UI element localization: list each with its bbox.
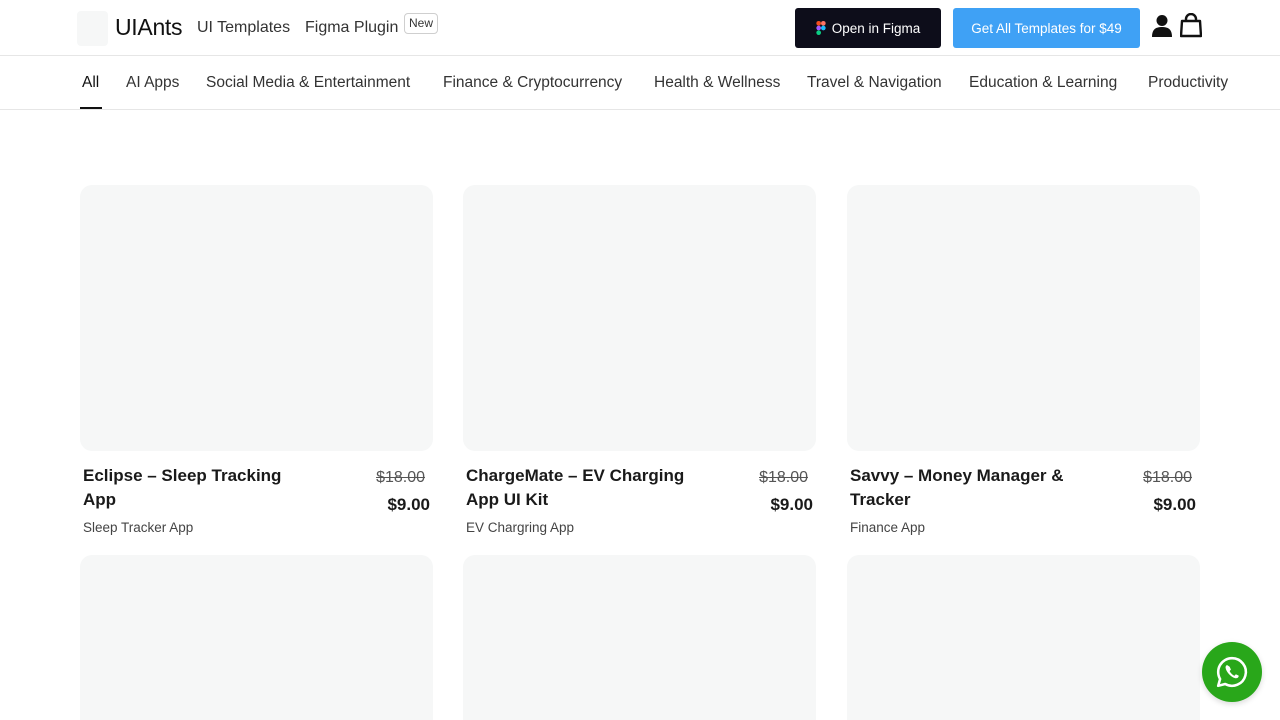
product-title[interactable]: ChargeMate – EV Charging App UI Kit — [466, 464, 686, 512]
product-image[interactable] — [80, 185, 433, 451]
product-image[interactable] — [847, 555, 1200, 720]
product-image[interactable] — [847, 185, 1200, 451]
product-title[interactable]: Eclipse – Sleep Tracking App — [83, 464, 303, 512]
product-old-price: $18.00 — [376, 469, 425, 486]
nav-figma-plugin[interactable]: Figma Plugin — [305, 19, 398, 37]
tab-health[interactable]: Health & Wellness — [654, 74, 780, 92]
open-in-figma-label: Open in Figma — [831, 20, 921, 36]
category-tabs: All AI Apps Social Media & Entertainment… — [0, 57, 1280, 110]
tab-travel[interactable]: Travel & Navigation — [807, 74, 942, 92]
product-image[interactable] — [463, 555, 816, 720]
site-header: UIAnts UI Templates Figma Plugin New Ope… — [0, 0, 1280, 56]
product-price: $9.00 — [387, 495, 430, 514]
tab-education[interactable]: Education & Learning — [969, 74, 1117, 92]
tab-all[interactable]: All — [82, 74, 99, 92]
product-old-price: $18.00 — [1143, 469, 1192, 486]
tab-finance[interactable]: Finance & Cryptocurrency — [443, 74, 622, 92]
open-in-figma-button[interactable]: Open in Figma — [795, 8, 941, 48]
product-price: $9.00 — [1153, 495, 1196, 514]
tab-productivity[interactable]: Productivity — [1148, 74, 1228, 92]
new-badge: New — [404, 13, 439, 34]
tab-social-media[interactable]: Social Media & Entertainment — [206, 74, 410, 92]
product-title[interactable]: Savvy – Money Manager & Tracker — [850, 464, 1070, 512]
whatsapp-chat-button[interactable] — [1202, 642, 1262, 702]
product-category[interactable]: Finance App — [850, 520, 925, 535]
get-all-templates-button[interactable]: Get All Templates for $49 — [953, 8, 1140, 48]
product-category[interactable]: Sleep Tracker App — [83, 520, 193, 535]
nav-ui-templates[interactable]: UI Templates — [197, 19, 290, 37]
product-image[interactable] — [463, 185, 816, 451]
product-price: $9.00 — [770, 495, 813, 514]
logo-text[interactable]: UIAnts — [115, 14, 183, 41]
shopping-bag-icon[interactable] — [1180, 13, 1202, 38]
active-tab-indicator — [80, 107, 102, 109]
product-category[interactable]: EV Chargring App — [466, 520, 574, 535]
tab-ai-apps[interactable]: AI Apps — [126, 74, 179, 92]
product-old-price: $18.00 — [759, 469, 808, 486]
whatsapp-icon — [1216, 656, 1248, 688]
logo-icon[interactable] — [77, 11, 108, 46]
user-icon[interactable] — [1151, 14, 1173, 38]
figma-icon — [816, 21, 826, 35]
product-image[interactable] — [80, 555, 433, 720]
